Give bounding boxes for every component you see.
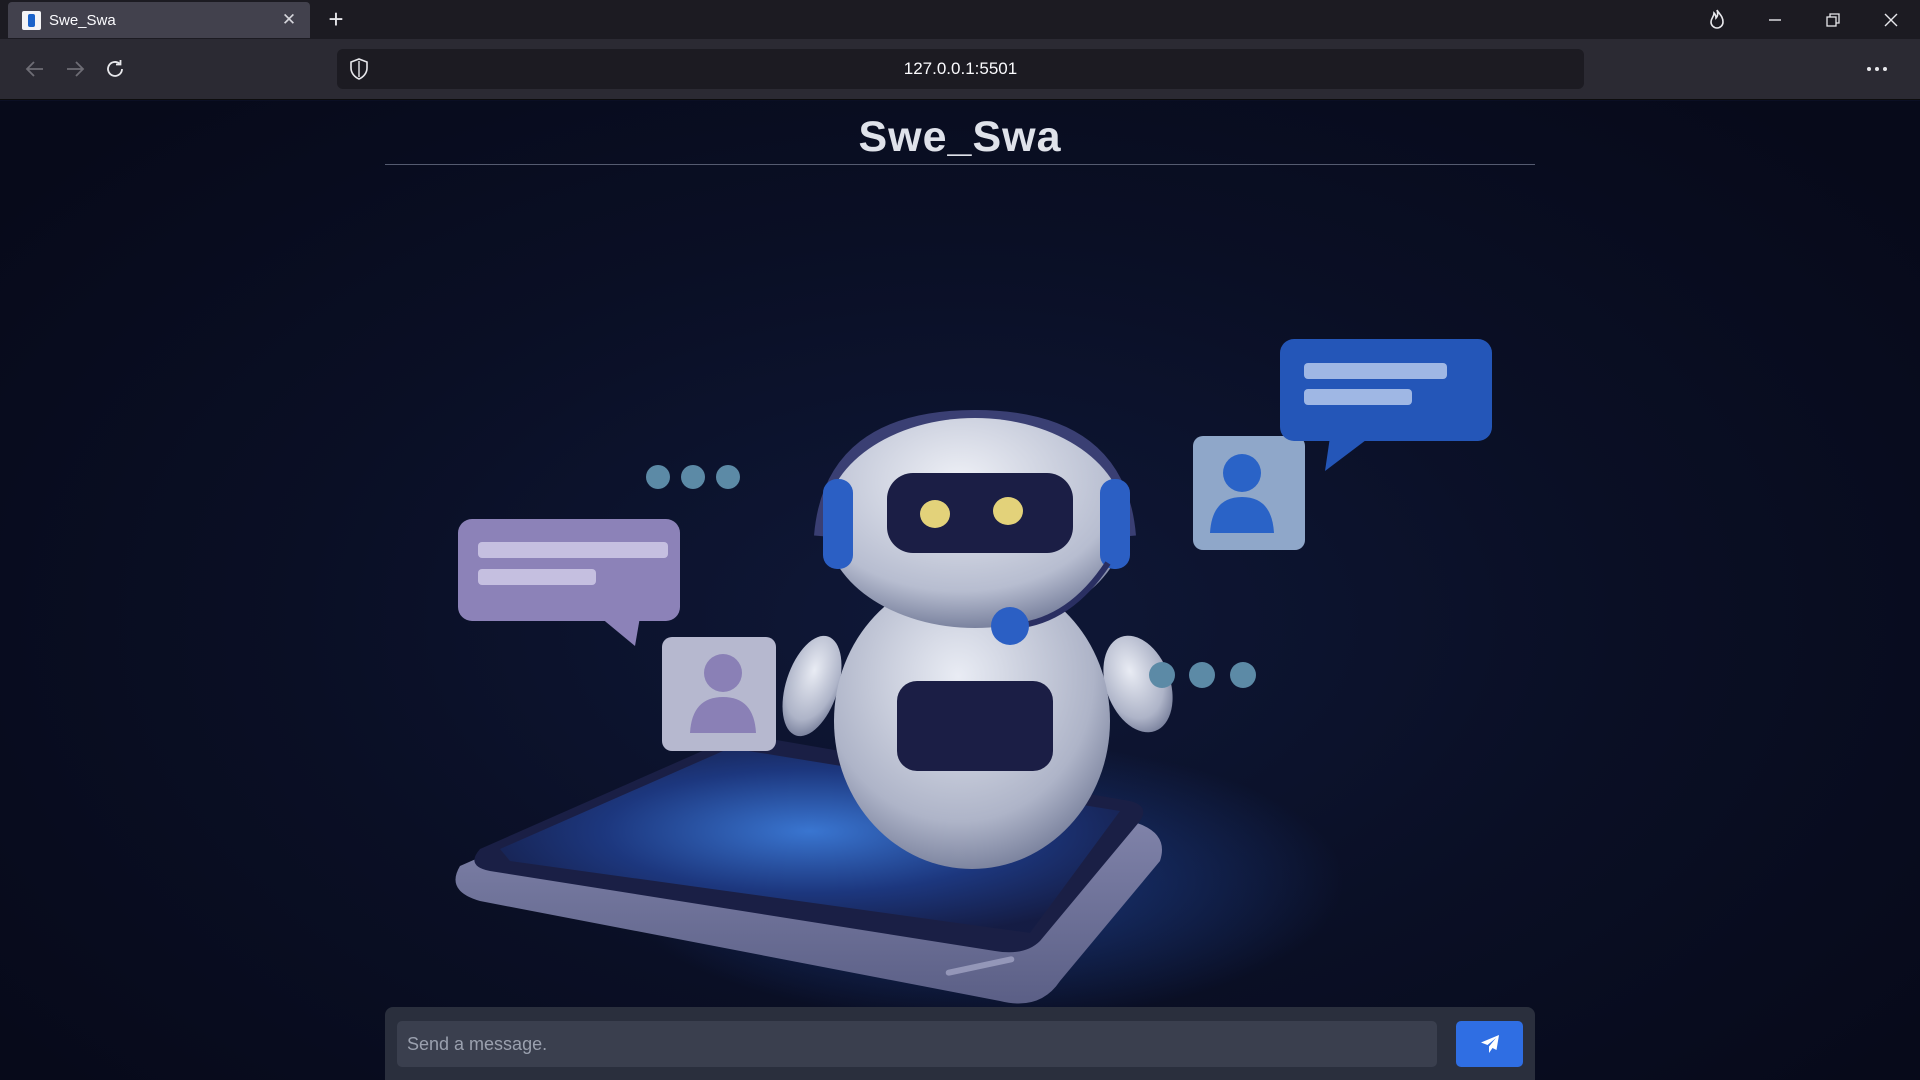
- title-divider: [385, 164, 1535, 165]
- favicon-icon: [22, 10, 41, 30]
- chatbot-illustration: [455, 339, 1492, 1004]
- avatar-card-left: [662, 637, 776, 751]
- typing-dots-right: [1149, 662, 1256, 688]
- more-menu-icon[interactable]: [1860, 52, 1894, 86]
- minimize-icon[interactable]: [1746, 0, 1804, 39]
- back-arrow-icon[interactable]: [18, 52, 52, 86]
- browser-tab[interactable]: Swe_Swa ✕: [8, 2, 310, 38]
- close-icon[interactable]: ✕: [278, 10, 300, 30]
- paper-plane-icon: [1480, 1035, 1499, 1053]
- browser-navbar: 127.0.0.1:5501: [0, 39, 1920, 100]
- private-browsing-icon[interactable]: [1688, 0, 1746, 39]
- avatar-card-right: [1193, 436, 1305, 550]
- reload-icon[interactable]: [98, 52, 132, 86]
- chat-bubble-right: [1280, 339, 1492, 471]
- browser-titlebar: Swe_Swa ✕ +: [0, 0, 1920, 39]
- restore-icon[interactable]: [1804, 0, 1862, 39]
- forward-arrow-icon[interactable]: [58, 52, 92, 86]
- chat-bubble-left: [458, 519, 680, 646]
- send-button[interactable]: [1456, 1021, 1523, 1067]
- url-text[interactable]: 127.0.0.1:5501: [337, 49, 1584, 89]
- chat-page: Swe_Swa: [0, 101, 1920, 1080]
- message-input[interactable]: [397, 1021, 1437, 1067]
- page-title: Swe_Swa: [858, 113, 1062, 161]
- typing-dots-left: [646, 465, 740, 489]
- plus-icon[interactable]: +: [320, 4, 352, 36]
- address-bar[interactable]: 127.0.0.1:5501: [337, 49, 1584, 89]
- window-close-icon[interactable]: [1862, 0, 1920, 39]
- tab-title: Swe_Swa: [49, 11, 116, 29]
- message-composer: [385, 1007, 1535, 1080]
